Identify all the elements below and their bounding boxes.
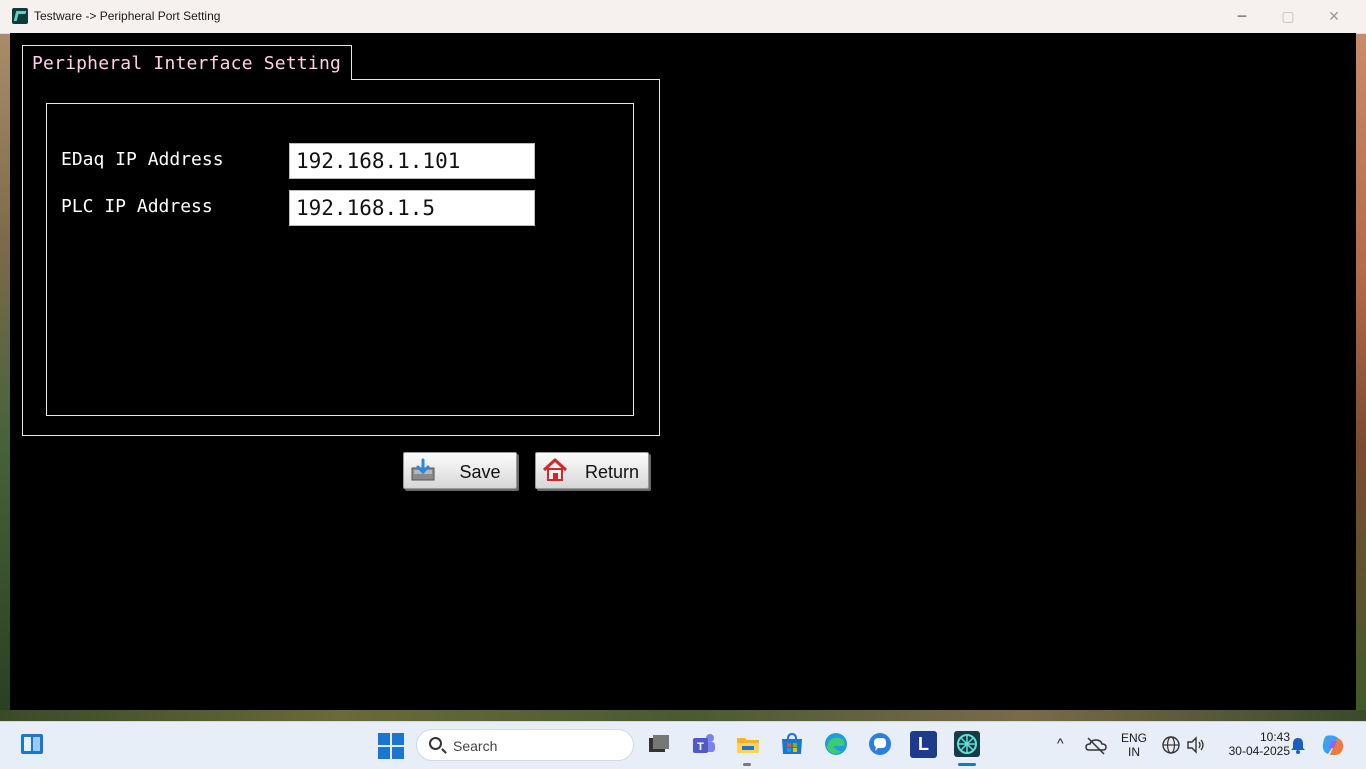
copilot-icon[interactable] (1320, 732, 1346, 758)
edge-browser-icon[interactable] (822, 730, 850, 758)
search-icon (429, 737, 442, 750)
tray-overflow-chevron-icon[interactable]: ^ (1057, 735, 1064, 751)
start-icon[interactable] (378, 733, 404, 759)
testware-app-icon (12, 8, 28, 24)
teams-icon[interactable]: T (690, 730, 718, 758)
language-region: IN (1128, 745, 1140, 759)
task-view-icon[interactable] (645, 730, 673, 758)
search-placeholder: Search (453, 738, 498, 754)
notification-bell-icon[interactable] (1288, 735, 1308, 755)
taskbar-search-box[interactable]: Search (416, 729, 634, 761)
onedrive-offline-icon[interactable] (1084, 734, 1108, 758)
pinned-app-l-icon[interactable]: L (910, 731, 937, 758)
tab-join (23, 78, 351, 81)
taskbar: Search T L ^ ENG IN 10:43 30-04-2025 (0, 721, 1366, 769)
home-icon (542, 458, 568, 481)
testware-taskbar-icon[interactable] (953, 730, 981, 758)
save-button-label: Save (459, 462, 501, 482)
minimize-button[interactable]: ─ (1219, 0, 1265, 33)
clock-time: 10:43 (1259, 730, 1290, 744)
plc-ip-label: PLC IP Address (61, 196, 213, 217)
svg-text:T: T (697, 741, 704, 753)
clock-date: 30-04-2025 (1228, 744, 1290, 758)
network-globe-icon[interactable] (1160, 734, 1182, 756)
close-button[interactable]: ✕ (1311, 0, 1357, 33)
title-bar[interactable]: Testware -> Peripheral Port Setting ─ ▢ … (0, 0, 1366, 34)
desktop-wallpaper-right (1356, 33, 1366, 721)
edaq-ip-input[interactable] (289, 143, 535, 179)
language-indicator[interactable]: ENG IN (1118, 731, 1150, 759)
testware-active-indicator (958, 763, 976, 766)
clock[interactable]: 10:43 30-04-2025 (1214, 730, 1290, 758)
microsoft-store-icon[interactable] (778, 730, 806, 758)
maximize-button[interactable]: ▢ (1265, 0, 1311, 33)
widgets-icon[interactable] (18, 730, 46, 758)
plc-ip-input[interactable] (289, 190, 535, 226)
file-explorer-running-indicator (743, 763, 751, 766)
save-button[interactable]: Save (403, 452, 517, 489)
tab-label: Peripheral Interface Setting (32, 53, 342, 74)
chat-app-icon[interactable] (866, 730, 894, 758)
volume-icon[interactable] (1185, 734, 1207, 756)
file-explorer-icon[interactable] (734, 730, 762, 758)
client-area: Peripheral Interface Setting EDaq IP Add… (10, 33, 1356, 710)
window-title: Testware -> Peripheral Port Setting (34, 9, 221, 23)
save-icon (411, 458, 435, 481)
language-code: ENG (1120, 731, 1147, 745)
app-window: Testware -> Peripheral Port Setting ─ ▢ … (0, 0, 1366, 710)
edaq-ip-label: EDaq IP Address (61, 149, 224, 170)
return-button-label: Return (584, 462, 640, 482)
desktop-wallpaper-bottom (0, 710, 1366, 721)
tab-peripheral-interface-setting[interactable]: Peripheral Interface Setting (22, 45, 352, 79)
return-button[interactable]: Return (535, 452, 649, 489)
